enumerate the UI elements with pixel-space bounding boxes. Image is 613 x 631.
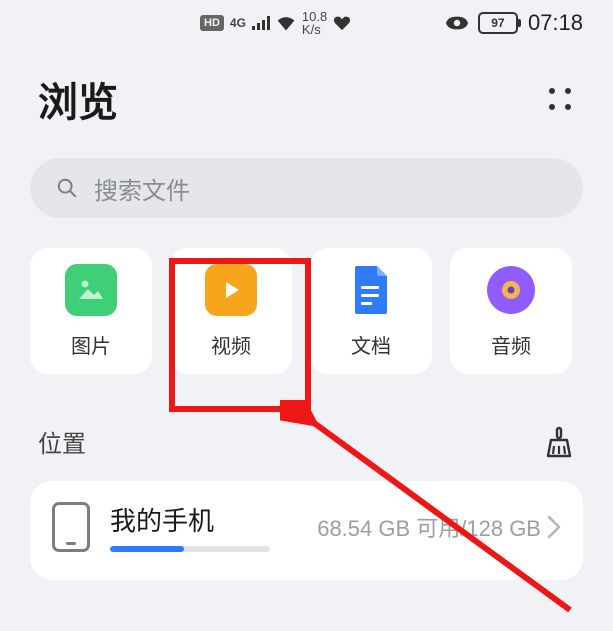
- status-bar: HD 4G 10.8 K/s 97 07:18: [0, 0, 613, 46]
- document-icon: [345, 264, 397, 316]
- search-input[interactable]: 搜索文件: [30, 158, 583, 218]
- status-left: HD 4G 10.8 K/s: [200, 10, 351, 36]
- hd-badge: HD: [200, 15, 224, 31]
- category-label: 视频: [211, 330, 251, 359]
- category-row: 图片 视频 文档 音频: [0, 218, 613, 374]
- heart-icon: [333, 15, 351, 31]
- search-icon: [56, 177, 78, 199]
- category-label: 文档: [351, 330, 391, 359]
- category-label: 音频: [491, 330, 531, 359]
- video-icon: [205, 264, 257, 316]
- section-header: 位置: [0, 374, 613, 473]
- wifi-icon: [276, 15, 296, 31]
- storage-my-phone[interactable]: 我的手机 68.54 GB 可用/128 GB: [30, 481, 583, 580]
- category-audio[interactable]: 音频: [450, 248, 572, 374]
- battery-level: 97: [491, 16, 504, 30]
- clock: 07:18: [528, 10, 583, 36]
- category-documents[interactable]: 文档: [310, 248, 432, 374]
- category-videos[interactable]: 视频: [170, 248, 292, 374]
- status-right: 97 07:18: [446, 10, 583, 36]
- phone-icon: [52, 502, 90, 552]
- page-header: 浏览: [0, 46, 613, 146]
- network-speed: 10.8 K/s: [302, 10, 327, 36]
- network-gen: 4G: [230, 16, 246, 30]
- storage-progress: [110, 546, 270, 552]
- storage-device-name: 我的手机: [110, 501, 297, 538]
- chevron-right-icon: [547, 515, 561, 539]
- more-menu-button[interactable]: [545, 84, 575, 114]
- eye-icon: [446, 16, 468, 30]
- category-label: 图片: [71, 330, 111, 359]
- storage-capacity: 68.54 GB 可用/128 GB: [317, 511, 561, 543]
- section-title: 位置: [38, 424, 86, 459]
- search-placeholder: 搜索文件: [94, 171, 190, 206]
- page-title: 浏览: [38, 70, 118, 128]
- category-images[interactable]: 图片: [30, 248, 152, 374]
- audio-icon: [485, 264, 537, 316]
- image-icon: [65, 264, 117, 316]
- battery-icon: 97: [478, 12, 518, 34]
- signal-icon: [252, 16, 270, 30]
- cleanup-icon[interactable]: [543, 426, 575, 458]
- storage-info: 我的手机: [110, 501, 297, 552]
